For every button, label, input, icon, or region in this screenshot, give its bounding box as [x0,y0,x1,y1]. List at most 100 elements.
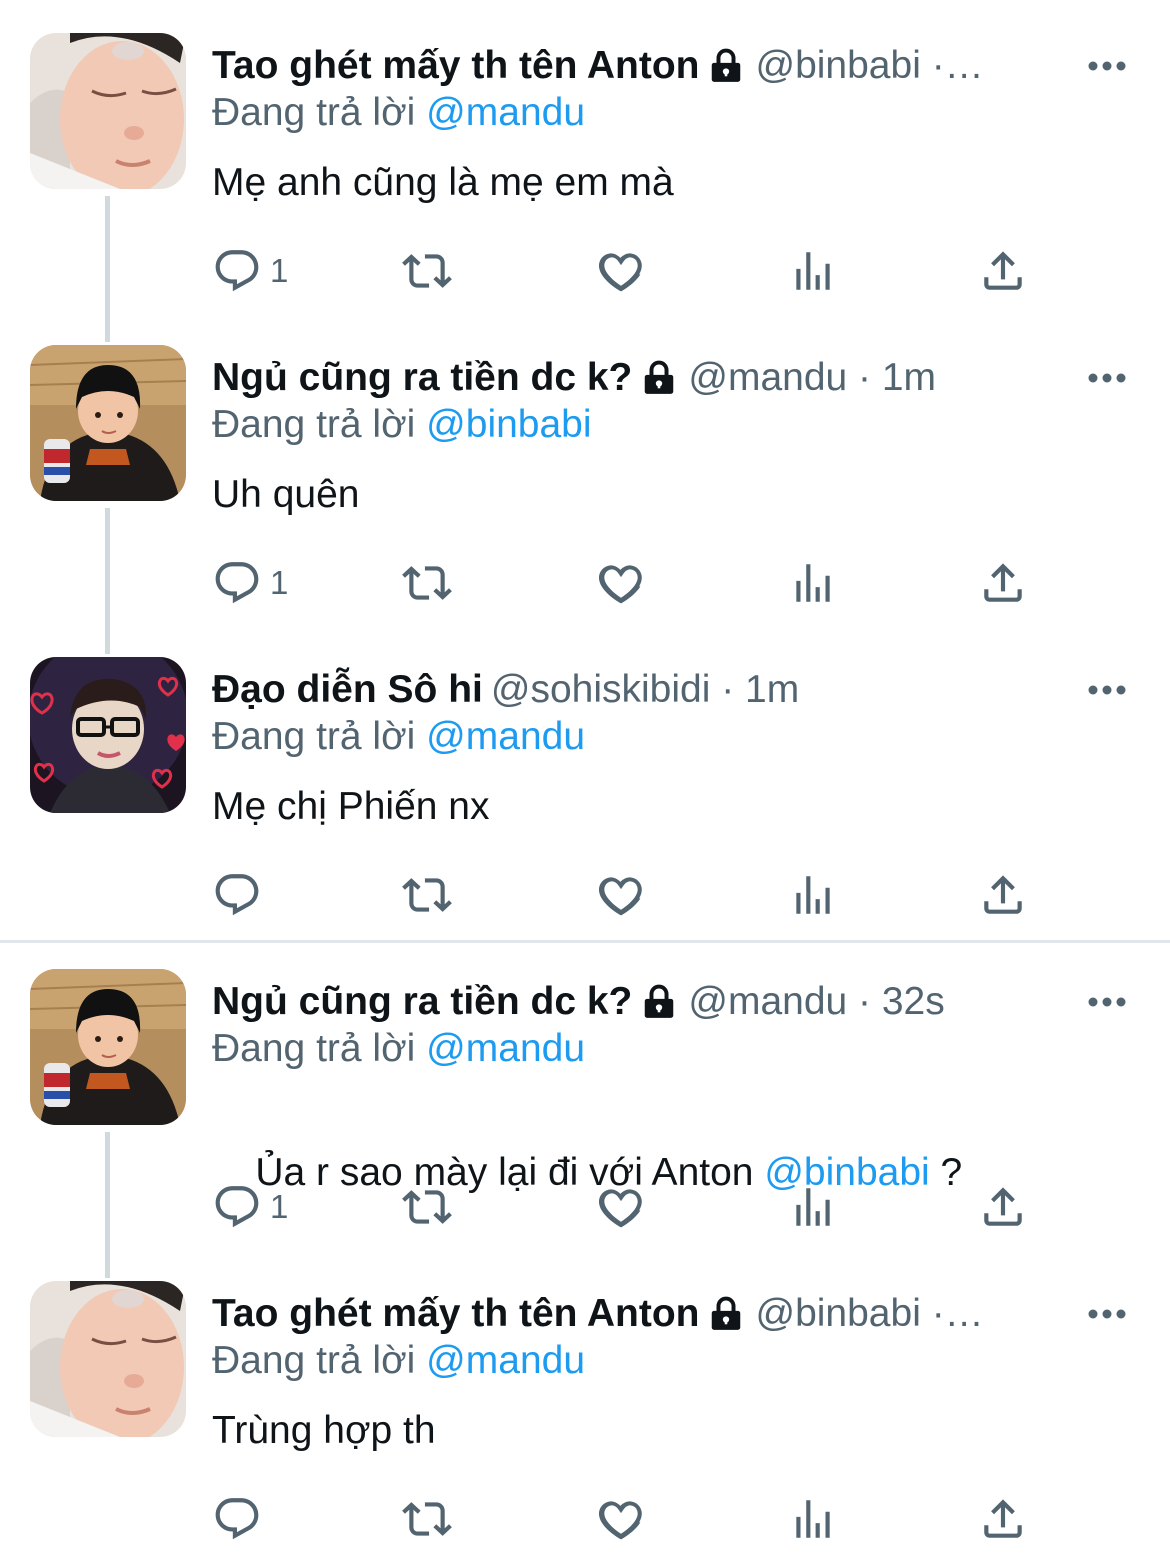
reply-button[interactable]: 1 [212,548,288,618]
tweet[interactable]: Tao ghét mấy th tên Anton @binbabi ·… Đa… [0,1248,1170,1554]
avatar[interactable] [30,1281,186,1437]
views-button[interactable] [788,1484,838,1554]
avatar-child-with-can [30,969,186,1125]
share-upload-icon [984,1187,1022,1226]
replying-to: Đang trả lời @mandu [212,88,585,138]
replying-to-mention[interactable]: @mandu [426,1027,585,1070]
avatar-child-with-can [30,345,186,501]
replying-to-mention[interactable]: @mandu [426,1339,585,1382]
retweet-button[interactable] [402,860,452,930]
tweet-header: Ngủ cũng ra tiền dc k? @mandu · 32s [212,974,1072,1030]
share-button[interactable] [978,236,1028,306]
display-name[interactable]: Tao ghét mấy th tên Anton [212,38,699,94]
views-button[interactable] [788,1172,838,1242]
replying-to: Đang trả lời @mandu [212,1336,585,1386]
handle-and-time[interactable]: @binbabi ·… [755,1286,983,1342]
avatar-sleeping-child [30,1281,186,1437]
retweet-button[interactable] [402,1172,452,1242]
like-button[interactable] [596,548,646,618]
avatar[interactable] [30,969,186,1125]
views-button[interactable] [788,236,838,306]
lock-icon [707,1295,745,1333]
replying-to-label: Đang trả lời [212,1339,427,1382]
replying-to-mention[interactable]: @mandu [426,91,585,134]
replying-to-mention[interactable]: @binbabi [426,403,591,446]
like-button[interactable] [596,1172,646,1242]
more-dots-icon[interactable] [1082,358,1132,398]
heart-icon [598,565,642,604]
tweet-actions: 1 [0,1172,1170,1242]
avatar-person-with-glasses-hearts [30,657,186,813]
more-dots-icon[interactable] [1082,46,1132,86]
reply-count: 1 [270,252,289,289]
reply-button[interactable] [212,860,270,930]
like-button[interactable] [596,1484,646,1554]
more-dots-icon[interactable] [1082,982,1132,1022]
tweet-actions [0,860,1170,930]
tweet[interactable]: Tao ghét mấy th tên Anton @binbabi ·… Đa… [0,0,1170,342]
share-button[interactable] [978,860,1028,930]
replying-to-mention[interactable]: @mandu [426,715,585,758]
tweet[interactable]: Đạo diễn Sô hi @sohiskibidi · 1m Đang tr… [0,624,1170,936]
more-dots-icon[interactable] [1082,670,1132,710]
tweet-header: Tao ghét mấy th tên Anton @binbabi ·… [212,1286,1072,1342]
like-button[interactable] [596,236,646,306]
avatar[interactable] [30,33,186,189]
replying-to-label: Đang trả lời [212,715,427,758]
retweet-button[interactable] [402,548,452,618]
views-bar-icon [796,876,830,914]
tweet[interactable]: Ngủ cũng ra tiền dc k? @mandu · 1m Đang … [0,312,1170,654]
replying-to-label: Đang trả lời [212,91,427,134]
retweet-button[interactable] [402,236,452,306]
retweet-icon [402,1190,452,1224]
tweet-text-body: Mẹ chị Phiến nx [212,785,490,828]
retweet-button[interactable] [402,1484,452,1554]
handle-and-time[interactable]: @mandu · 1m [688,350,936,406]
handle-and-time[interactable]: @binbabi ·… [755,38,983,94]
replying-to-label: Đang trả lời [212,1027,427,1070]
reply-button[interactable]: 1 [212,236,288,306]
heart-icon [598,1189,642,1228]
heart-icon [598,253,642,292]
reply-bubble-icon [215,250,259,292]
share-button[interactable] [978,1172,1028,1242]
reply-bubble-icon [215,1186,259,1228]
retweet-icon [402,566,452,600]
views-button[interactable] [788,860,838,930]
avatar[interactable] [30,657,186,813]
display-name[interactable]: Ngủ cũng ra tiền dc k? [212,350,632,406]
views-bar-icon [796,1188,830,1226]
reply-count: 1 [270,1188,289,1225]
display-name[interactable]: Tao ghét mấy th tên Anton [212,1286,699,1342]
tweet-text-body: Mẹ anh cũng là mẹ em mà [212,161,674,204]
retweet-icon [402,254,452,288]
replying-to: Đang trả lời @mandu [212,712,585,762]
share-button[interactable] [978,548,1028,618]
replying-to-label: Đang trả lời [212,403,427,446]
more-dots-icon[interactable] [1082,1294,1132,1334]
tweet[interactable]: Ngủ cũng ra tiền dc k? @mandu · 32s Đang… [0,936,1170,1278]
share-upload-icon [984,251,1022,290]
tweet-text: Mẹ anh cũng là mẹ em mà [212,156,674,210]
views-bar-icon [796,1500,830,1538]
views-button[interactable] [788,548,838,618]
share-button[interactable] [978,1484,1028,1554]
avatar[interactable] [30,345,186,501]
avatar-sleeping-child [30,33,186,189]
display-name[interactable]: Ngủ cũng ra tiền dc k? [212,974,632,1030]
handle-and-time[interactable]: @mandu · 32s [688,974,944,1030]
reply-bubble-icon [215,874,259,916]
reply-count: 1 [270,564,289,601]
display-name[interactable]: Đạo diễn Sô hi [212,662,483,718]
replying-to: Đang trả lời @mandu [212,1024,585,1074]
lock-icon [640,983,678,1021]
tweet-actions: 1 [0,236,1170,306]
reply-button[interactable]: 1 [212,1172,288,1242]
share-upload-icon [984,1499,1022,1538]
heart-icon [598,1501,642,1540]
tweet-text: Mẹ chị Phiến nx [212,780,489,834]
reply-button[interactable] [212,1484,270,1554]
like-button[interactable] [596,860,646,930]
tweet-text: Trùng hợp th [212,1404,436,1458]
handle-and-time[interactable]: @sohiskibidi · 1m [491,662,799,718]
